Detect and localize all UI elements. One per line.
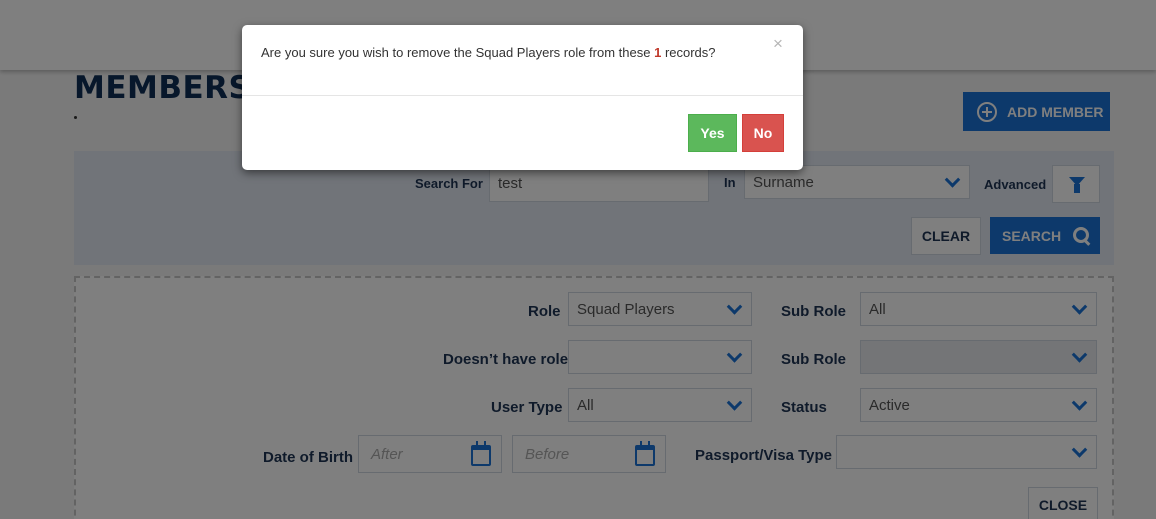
- confirm-message-prefix: Are you sure you wish to remove the Squa…: [261, 45, 655, 60]
- yes-button[interactable]: Yes: [688, 114, 737, 152]
- confirm-message-suffix: records?: [661, 45, 716, 60]
- confirm-message: Are you sure you wish to remove the Squa…: [261, 45, 716, 60]
- confirm-dialog: Are you sure you wish to remove the Squa…: [242, 25, 803, 170]
- no-button[interactable]: No: [742, 114, 784, 152]
- close-icon[interactable]: ×: [773, 35, 783, 52]
- modal-divider: [242, 95, 803, 96]
